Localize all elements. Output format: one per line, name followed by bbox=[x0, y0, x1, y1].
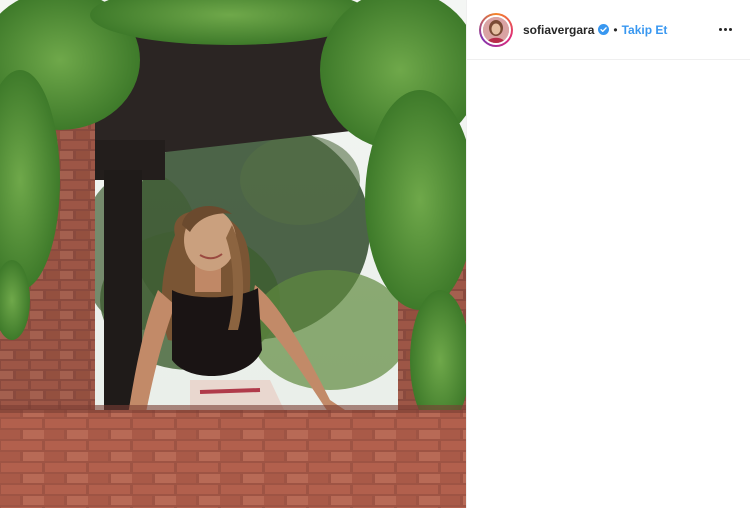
post-side-panel: sofiavergara • Takip Et bbox=[466, 0, 750, 508]
header-separator: • bbox=[613, 22, 618, 37]
avatar-illustration bbox=[483, 16, 509, 43]
post-image[interactable] bbox=[0, 0, 466, 508]
verified-badge-icon bbox=[598, 24, 610, 35]
more-dot bbox=[723, 28, 727, 31]
post-header: sofiavergara • Takip Et bbox=[467, 0, 750, 60]
post-photo-illustration bbox=[0, 0, 466, 508]
avatar[interactable] bbox=[479, 12, 513, 47]
avatar-image bbox=[483, 16, 509, 43]
more-options-icon[interactable] bbox=[714, 19, 736, 41]
username-link[interactable]: sofiavergara bbox=[523, 23, 594, 37]
follow-button[interactable]: Takip Et bbox=[622, 23, 668, 37]
more-dot bbox=[718, 28, 722, 31]
more-dot bbox=[728, 28, 732, 31]
avatar-inner bbox=[481, 14, 511, 45]
